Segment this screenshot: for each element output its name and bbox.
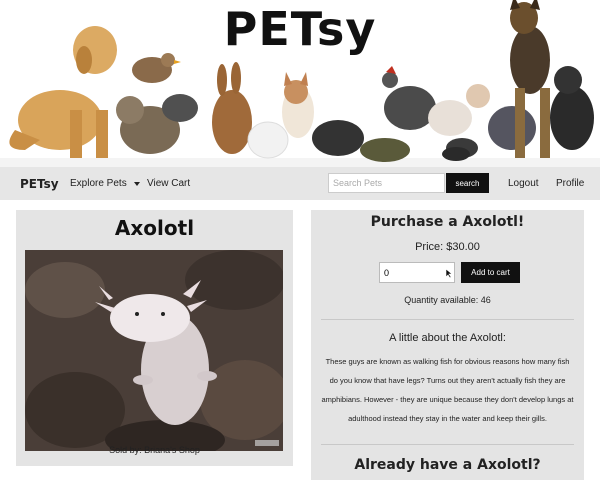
about-heading: A little about the Axolotl:: [389, 332, 506, 344]
pet-name-heading: Axolotl: [114, 216, 195, 240]
seller-label: Sold by: Briana's Shop: [109, 445, 200, 455]
pet-image-panel: Axolotl: [16, 210, 293, 466]
quantity-available-label: Quantity available: 46: [404, 295, 491, 305]
already-have-heading: Already have a Axolotl?: [354, 457, 541, 473]
navbar: PETsy Explore Pets View Cart search Logo…: [0, 167, 600, 200]
price-label: Price: $30.00: [415, 241, 480, 253]
view-cart-link[interactable]: View Cart: [147, 178, 190, 189]
site-logo[interactable]: PETsy: [0, 2, 600, 56]
profile-link[interactable]: Profile: [556, 178, 584, 189]
explore-pets-dropdown[interactable]: Explore Pets: [70, 178, 140, 189]
section-divider: [321, 319, 574, 320]
quantity-input[interactable]: [379, 262, 455, 283]
search-input[interactable]: [328, 173, 445, 193]
section-divider: [321, 444, 574, 445]
add-to-cart-button[interactable]: Add to cart: [461, 262, 520, 283]
chevron-down-icon: [133, 181, 140, 186]
pet-photo: [25, 250, 283, 451]
explore-pets-label: Explore Pets: [70, 178, 127, 189]
about-description: These guys are known as walking fish for…: [321, 357, 574, 423]
hero-banner: PETsy: [0, 0, 600, 167]
purchase-heading: Purchase a Axolotl!: [370, 214, 525, 230]
purchase-panel: Purchase a Axolotl! Price: $30.00 Add to…: [311, 210, 584, 480]
search-button[interactable]: search: [446, 173, 489, 193]
mouse-pointer-icon: [445, 268, 453, 278]
nav-brand[interactable]: PETsy: [20, 177, 59, 191]
logout-link[interactable]: Logout: [508, 178, 539, 189]
